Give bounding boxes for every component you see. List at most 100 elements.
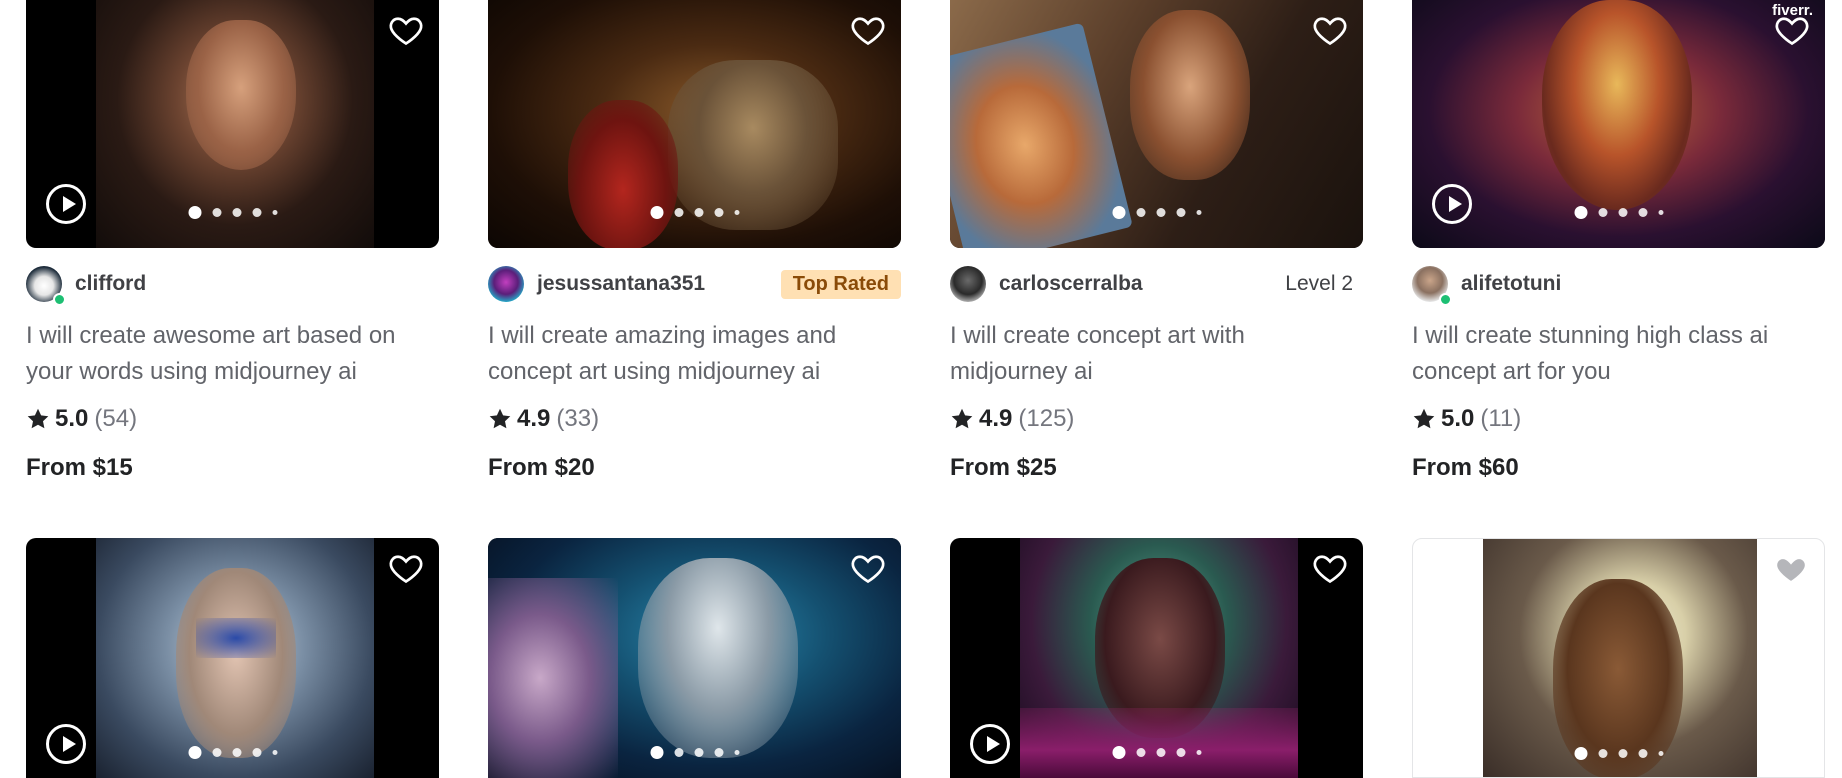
carousel-dot[interactable]	[1658, 751, 1663, 756]
carousel-dot[interactable]	[1176, 748, 1185, 757]
carousel-dot[interactable]	[650, 206, 663, 219]
carousel-dot[interactable]	[714, 748, 723, 757]
carousel-dot[interactable]	[1618, 749, 1627, 758]
carousel-dot[interactable]	[1638, 208, 1647, 217]
carousel-dot[interactable]	[1196, 210, 1201, 215]
carousel-dot[interactable]	[252, 748, 261, 757]
gig-thumbnail[interactable]: fiverr.	[1412, 0, 1825, 248]
seller-name[interactable]: clifford	[75, 272, 146, 296]
carousel-dots	[188, 206, 277, 219]
gig-thumbnail[interactable]	[950, 538, 1363, 778]
carousel-dot[interactable]	[1196, 750, 1201, 755]
online-indicator	[53, 293, 66, 306]
carousel-dot[interactable]	[734, 210, 739, 215]
play-icon[interactable]	[46, 724, 86, 764]
carousel-dots	[1112, 206, 1201, 219]
gig-thumbnail[interactable]	[488, 538, 901, 778]
gig-title[interactable]: I will create amazing images and concept…	[488, 318, 901, 390]
avatar[interactable]	[950, 266, 986, 302]
gig-title[interactable]: I will create concept art with midjourne…	[950, 318, 1363, 390]
carousel-dot[interactable]	[1156, 208, 1165, 217]
carousel-dot[interactable]	[734, 750, 739, 755]
carousel-dot[interactable]	[252, 208, 261, 217]
carousel-dot[interactable]	[1638, 749, 1647, 758]
gig-card[interactable]: carloscerralba Level 2 I will create con…	[950, 0, 1363, 481]
gig-card[interactable]: jesussantana351 Top Rated I will create …	[488, 0, 901, 481]
carousel-dots	[1112, 746, 1201, 759]
gig-card[interactable]	[1412, 538, 1825, 778]
heart-icon[interactable]	[1311, 550, 1349, 586]
gig-card[interactable]	[488, 538, 901, 778]
carousel-dot[interactable]	[1136, 208, 1145, 217]
heart-icon[interactable]	[849, 550, 887, 586]
gig-title[interactable]: I will create stunning high class ai con…	[1412, 318, 1825, 390]
carousel-dot[interactable]	[188, 746, 201, 759]
carousel-dot[interactable]	[188, 206, 201, 219]
carousel-dot[interactable]	[272, 210, 277, 215]
gig-card[interactable]: clifford I will create awesome art based…	[26, 0, 439, 481]
level-badge: Level 2	[1285, 272, 1353, 295]
carousel-dot[interactable]	[1574, 747, 1587, 760]
carousel-dot[interactable]	[1136, 748, 1145, 757]
gig-card[interactable]	[950, 538, 1363, 778]
star-icon	[951, 408, 973, 429]
carousel-dot[interactable]	[674, 208, 683, 217]
heart-icon[interactable]	[387, 550, 425, 586]
carousel-dot[interactable]	[1176, 208, 1185, 217]
gig-card[interactable]	[26, 538, 439, 778]
carousel-dot[interactable]	[1574, 206, 1587, 219]
gig-thumbnail[interactable]	[488, 0, 901, 248]
warpaint-shape	[196, 618, 276, 658]
play-icon[interactable]	[1432, 184, 1472, 224]
gig-price[interactable]: From $60	[1412, 454, 1519, 482]
online-indicator	[1439, 293, 1452, 306]
carousel-dot[interactable]	[272, 750, 277, 755]
carousel-dot[interactable]	[1618, 208, 1627, 217]
avatar[interactable]	[488, 266, 524, 302]
review-count: (54)	[94, 405, 138, 432]
carousel-dots	[1574, 206, 1663, 219]
avatar[interactable]	[26, 266, 66, 306]
gig-price[interactable]: From $25	[950, 454, 1057, 482]
carousel-dot[interactable]	[1112, 206, 1125, 219]
gig-title[interactable]: I will create awesome art based on your …	[26, 318, 439, 390]
rating-score: 4.9	[517, 405, 551, 432]
rating: 5.0 (11)	[1412, 405, 1521, 433]
seller-name[interactable]: carloscerralba	[999, 272, 1143, 296]
seller-name[interactable]: jesussantana351	[537, 272, 705, 296]
gig-thumbnail[interactable]	[950, 0, 1363, 248]
carousel-dot[interactable]	[1598, 208, 1607, 217]
carousel-dot[interactable]	[232, 748, 241, 757]
heart-icon[interactable]	[1311, 12, 1349, 48]
carousel-dot[interactable]	[674, 748, 683, 757]
gig-card[interactable]: fiverr. alifetotuni I will create stunni…	[1412, 0, 1825, 481]
gig-thumbnail[interactable]	[1412, 538, 1825, 778]
seller-name[interactable]: alifetotuni	[1461, 272, 1561, 296]
carousel-dot[interactable]	[212, 208, 221, 217]
carousel-dot[interactable]	[1112, 746, 1125, 759]
face-shape	[1130, 10, 1250, 180]
play-icon[interactable]	[46, 184, 86, 224]
carousel-dot[interactable]	[694, 208, 703, 217]
carousel-dot[interactable]	[694, 748, 703, 757]
carousel-dot[interactable]	[1156, 748, 1165, 757]
seller-row: clifford	[26, 266, 439, 306]
play-icon[interactable]	[970, 724, 1010, 764]
gig-thumbnail[interactable]	[26, 538, 439, 778]
carousel-dot[interactable]	[1658, 210, 1663, 215]
carousel-dots	[650, 746, 739, 759]
carousel-dot[interactable]	[714, 208, 723, 217]
carousel-dots	[650, 206, 739, 219]
avatar[interactable]	[1412, 266, 1452, 306]
heart-icon[interactable]	[849, 12, 887, 48]
gig-thumbnail[interactable]	[26, 0, 439, 248]
carousel-dot[interactable]	[232, 208, 241, 217]
heart-icon[interactable]	[387, 12, 425, 48]
carousel-dot[interactable]	[1598, 749, 1607, 758]
carousel-dots	[1574, 747, 1663, 760]
carousel-dot[interactable]	[650, 746, 663, 759]
carousel-dot[interactable]	[212, 748, 221, 757]
heart-icon[interactable]	[1772, 551, 1810, 587]
gig-price[interactable]: From $20	[488, 454, 595, 482]
gig-price[interactable]: From $15	[26, 454, 133, 482]
